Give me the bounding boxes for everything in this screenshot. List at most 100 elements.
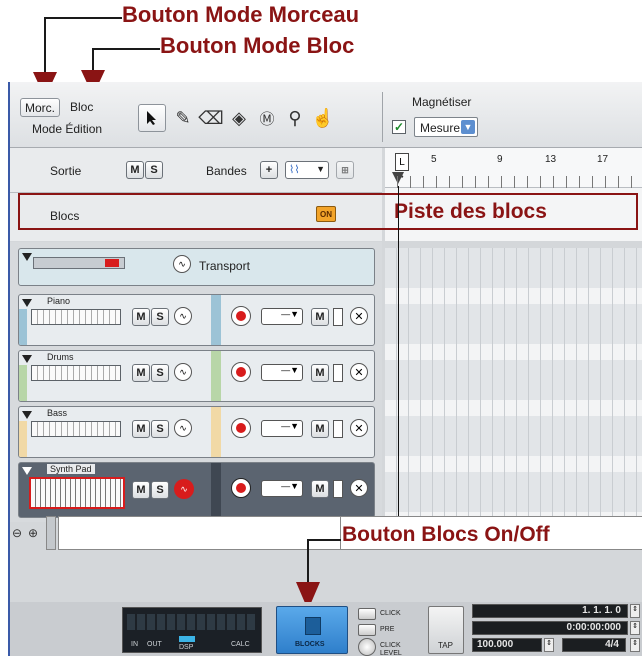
collapse-icon[interactable] (22, 411, 32, 419)
callout-line (44, 17, 46, 77)
tap-button[interactable]: TAP (428, 606, 464, 654)
track-bass[interactable]: Bass M S ∿ —▼ M ✕ (18, 406, 375, 458)
callout-line (307, 539, 309, 587)
lane-option-box[interactable] (333, 480, 343, 498)
lane-mute-button[interactable]: M (311, 420, 329, 438)
lane-mute-button[interactable]: M (311, 364, 329, 382)
hand-tool[interactable]: ☝ (310, 104, 336, 132)
arrow-cursor-icon (147, 111, 156, 125)
pencil-tool[interactable]: ✎ (170, 104, 196, 132)
lane-option-button[interactable]: ⊞ (336, 161, 354, 179)
pre-label: PRE (380, 626, 395, 633)
in-label: IN (131, 641, 138, 648)
monitor-icon[interactable]: ∿ (174, 363, 192, 381)
sortie-mute-button[interactable]: M (126, 161, 144, 179)
time-display[interactable]: 0:00:00:000 (472, 621, 628, 635)
click-level-knob[interactable] (358, 638, 376, 656)
collapse-icon[interactable] (22, 355, 32, 363)
monitor-icon-active[interactable]: ∿ (174, 479, 194, 499)
record-enable-button[interactable] (231, 418, 251, 438)
callout-mode-morceau: Bouton Mode Morceau (122, 2, 360, 27)
track-drums[interactable]: Drums M S ∿ —▼ M ✕ (18, 350, 375, 402)
delete-lane-icon[interactable]: ✕ (350, 479, 368, 497)
bloc-button[interactable]: Bloc (70, 100, 93, 114)
mute-button[interactable]: M (132, 420, 150, 438)
track-color-strip (19, 421, 27, 457)
ruler-mark-13: 13 (545, 154, 557, 165)
lane-menu[interactable]: —▼ (261, 308, 303, 325)
solo-button[interactable]: S (151, 420, 169, 438)
lane-menu[interactable]: —▼ (261, 364, 303, 381)
solo-button[interactable]: S (151, 481, 169, 499)
chevron-down-icon: ▼ (461, 120, 475, 134)
click-toggle[interactable] (358, 608, 376, 620)
delete-lane-icon[interactable]: ✕ (350, 419, 368, 437)
sortie-solo-button[interactable]: S (145, 161, 163, 179)
ruler[interactable]: L 4 5 9 13 17 (385, 148, 642, 188)
magnetiser-label: Magnétiser (412, 95, 472, 109)
magnify-icon: ⚲ (288, 107, 302, 128)
select-tool-button[interactable] (138, 104, 166, 132)
lane-option-box[interactable] (333, 308, 343, 326)
click-label: CLICK (380, 610, 401, 617)
tempo-stepper[interactable]: ⇕ (544, 638, 554, 652)
razor-tool[interactable]: ◈ (226, 104, 252, 132)
solo-button[interactable]: S (151, 364, 169, 382)
signature-display[interactable]: 4/4 (562, 638, 626, 652)
delete-lane-icon[interactable]: ✕ (350, 363, 368, 381)
mute-button[interactable]: M (132, 308, 150, 326)
lane-option-box[interactable] (333, 420, 343, 438)
snap-select[interactable]: Mesure ▼ (414, 117, 478, 137)
track-name: Piano (47, 296, 71, 306)
grid-icon: ⊞ (341, 164, 349, 175)
record-enable-button[interactable] (231, 362, 251, 382)
tempo-display[interactable]: 100.000 (472, 638, 542, 652)
left-locator[interactable]: L (395, 153, 409, 171)
track-piano[interactable]: Piano M S ∿ —▼ M ✕ (18, 294, 375, 346)
time-stepper[interactable]: ⇕ (630, 621, 640, 635)
record-enable-button[interactable] (231, 478, 251, 498)
signature-stepper[interactable]: ⇕ (630, 638, 640, 652)
lane-menu[interactable]: —▼ (261, 420, 303, 437)
zoom-out-icon[interactable]: ⊖ (12, 526, 26, 540)
monitor-icon[interactable]: ∿ (174, 307, 192, 325)
lane-color-strip (211, 351, 221, 401)
lane-option-box[interactable] (333, 364, 343, 382)
position-stepper[interactable]: ⇕ (630, 604, 640, 618)
morc-button[interactable]: Morc. (20, 98, 60, 117)
position-display[interactable]: 1. 1. 1. 0 (472, 604, 628, 618)
scroll-handle[interactable] (46, 516, 56, 550)
monitor-icon[interactable]: ∿ (174, 419, 192, 437)
lane-mute-button[interactable]: M (311, 308, 329, 326)
track-synth-pad[interactable]: Synth Pad M S ∿ —▼ M ✕ (18, 462, 375, 518)
ruler-mark-17: 17 (597, 154, 609, 165)
track-color-strip (19, 309, 27, 345)
collapse-icon[interactable] (22, 299, 32, 307)
delete-lane-icon[interactable]: ✕ (350, 307, 368, 325)
blocks-button[interactable]: BLOCKS (276, 606, 348, 654)
zoom-in-icon[interactable]: ⊕ (28, 526, 42, 540)
collapse-icon[interactable] (22, 467, 32, 475)
record-enable-button[interactable] (231, 306, 251, 326)
razor-icon: ◈ (232, 107, 246, 128)
pre-toggle[interactable] (358, 624, 376, 636)
track-name: Transport (199, 259, 250, 273)
lane-color-strip (211, 463, 221, 517)
add-lane-button[interactable]: + (260, 161, 278, 179)
snap-checkbox[interactable]: ✓ (392, 120, 406, 134)
checkmark-icon: ✓ (393, 120, 405, 134)
collapse-icon[interactable] (22, 253, 32, 261)
solo-button[interactable]: S (151, 308, 169, 326)
lane-menu[interactable]: —▼ (261, 480, 303, 497)
calc-label: CALC (231, 641, 250, 648)
mute-button[interactable]: M (132, 481, 150, 499)
eraser-tool[interactable]: ⌫ (198, 104, 224, 132)
click-level-label: CLICK LEVEL (380, 642, 402, 656)
transport-track[interactable]: ∿ Transport (18, 248, 375, 286)
lane-mute-button[interactable]: M (311, 480, 329, 498)
lane-menu[interactable]: ⌇⌇ ▼ (285, 161, 329, 179)
mute-tool[interactable]: Ⓜ (254, 104, 280, 132)
mute-button[interactable]: M (132, 364, 150, 382)
magnify-tool[interactable]: ⚲ (282, 104, 308, 132)
transport-bar: IN OUT DSP CALC BLOCKS CLICK PRE CLICK L… (10, 602, 642, 656)
